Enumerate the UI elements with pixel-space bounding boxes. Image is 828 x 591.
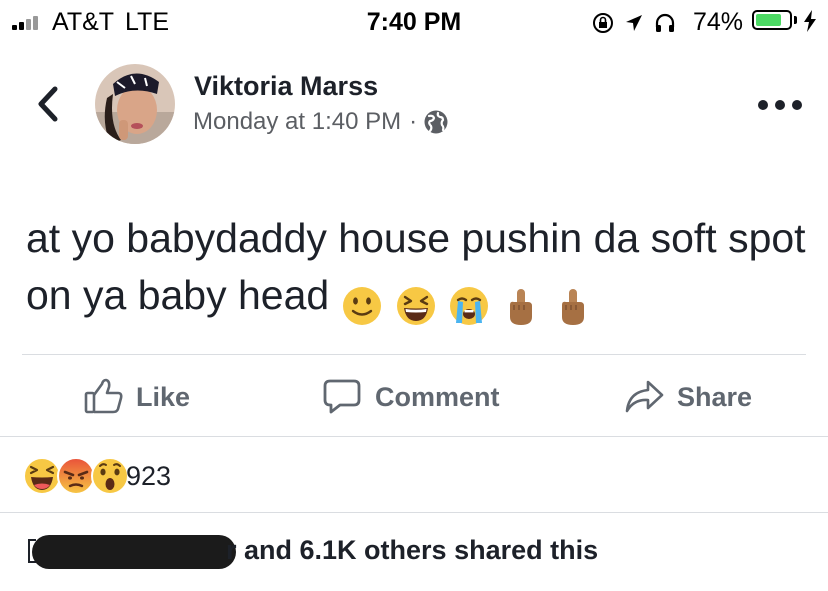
post-meta: Monday at 1:40 PM ·: [193, 106, 449, 136]
more-options-button[interactable]: [758, 96, 804, 112]
author-avatar[interactable]: [95, 64, 175, 144]
middle-finger-emoji: [510, 289, 533, 326]
status-icons: [592, 8, 692, 36]
post-text: at yo babydaddy house pushin da soft spo…: [26, 210, 816, 332]
author-name[interactable]: Viktoria Marss: [194, 70, 378, 102]
avatar-image: [95, 64, 175, 144]
battery-icon: [752, 10, 792, 30]
divider: [0, 512, 828, 513]
status-bar: AT&T LTE 7:40 PM 74%: [0, 0, 828, 42]
like-label: Like: [136, 382, 191, 412]
post-timestamp[interactable]: Monday at 1:40 PM: [193, 107, 401, 137]
battery-nub: [794, 16, 797, 24]
divider: [0, 436, 828, 437]
middle-finger-emoji: [561, 289, 584, 326]
reaction-count: 923: [126, 461, 172, 491]
emoji-row: [341, 275, 593, 332]
comment-button[interactable]: Comment: [322, 372, 512, 420]
comment-label: Comment: [375, 382, 500, 412]
comment-bubble-icon: [323, 379, 361, 414]
battery-percent: 74%: [693, 8, 744, 36]
location-arrow-icon: [626, 15, 642, 31]
share-label: Share: [677, 382, 753, 412]
slightly-smiling-face-emoji: [343, 287, 382, 326]
shares-text: r and 6.1K others shared this: [226, 535, 599, 565]
share-button[interactable]: Share: [624, 372, 764, 420]
meta-separator: ·: [409, 107, 418, 135]
shares-summary[interactable]: r and 6.1K others shared this: [28, 533, 788, 569]
thumbs-up-icon: [84, 378, 123, 414]
like-button[interactable]: Like: [84, 372, 194, 420]
share-arrow-icon: [625, 380, 664, 413]
headphones-icon: [655, 13, 675, 32]
wow-reaction-icon: [91, 457, 129, 495]
loudly-crying-face-emoji: [450, 287, 489, 326]
back-button[interactable]: [33, 84, 63, 124]
divider: [22, 354, 806, 355]
redacted-name: [32, 535, 236, 569]
charging-bolt-icon: [804, 10, 816, 32]
grinning-squinting-face-emoji: [396, 287, 435, 326]
globe-icon: [424, 110, 448, 134]
orientation-lock-icon: [593, 13, 613, 33]
